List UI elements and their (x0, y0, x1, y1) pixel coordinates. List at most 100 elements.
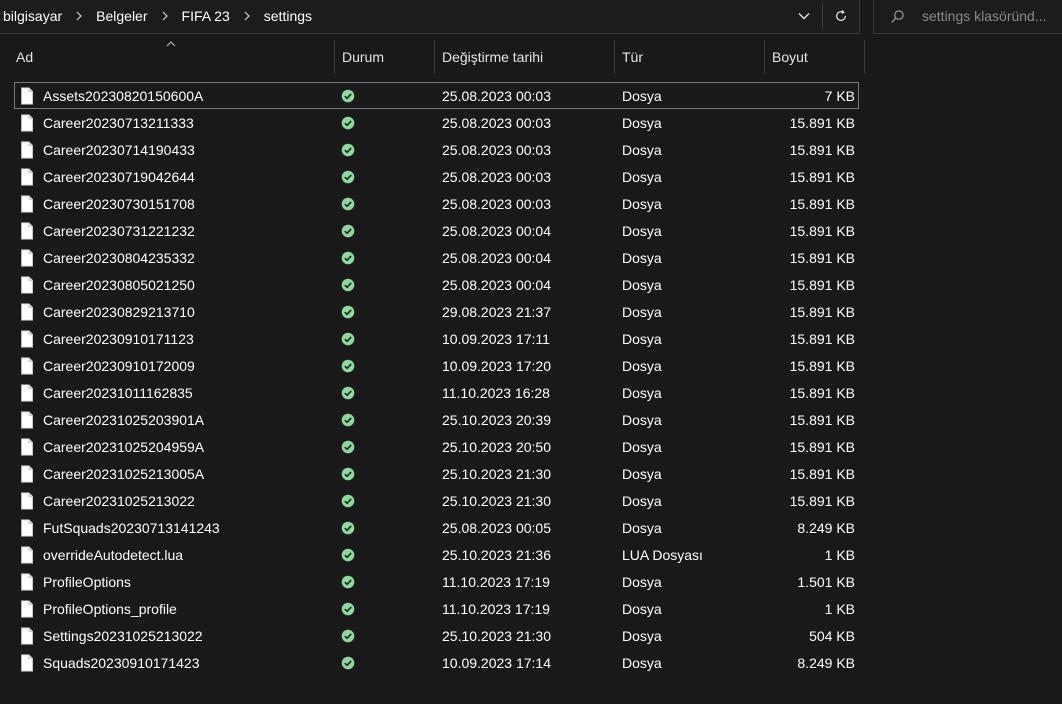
file-row[interactable]: Career20230731221232 25.08.2023 00:04 Do… (0, 217, 866, 244)
file-row[interactable]: overrideAutodetect.lua 25.10.2023 21:36 … (0, 541, 866, 568)
file-row[interactable]: Career20230714190433 25.08.2023 00:03 Do… (0, 136, 866, 163)
file-modified-date: 25.08.2023 00:03 (442, 195, 551, 212)
file-name: Career20230714190433 (43, 141, 195, 158)
file-type: Dosya (622, 303, 662, 320)
file-row[interactable]: Squads20230910171423 10.09.2023 17:14 Do… (0, 649, 866, 676)
column-header-type[interactable]: Tür (614, 40, 764, 74)
file-row[interactable]: Career20231011162835 11.10.2023 16:28 Do… (0, 379, 866, 406)
file-row[interactable]: Career20230910171123 10.09.2023 17:11 Do… (0, 325, 866, 352)
file-modified-date: 11.10.2023 17:19 (442, 600, 550, 617)
file-row[interactable]: FutSquads20230713141243 25.08.2023 00:05… (0, 514, 866, 541)
breadcrumb-separator-icon[interactable] (152, 0, 178, 33)
file-row[interactable]: ProfileOptions_profile 11.10.2023 17:19 … (0, 595, 866, 622)
file-row[interactable]: Career20231025213022 25.10.2023 21:30 Do… (0, 487, 866, 514)
file-name: Career20230731221232 (43, 222, 195, 239)
file-row[interactable]: Settings20231025213022 25.10.2023 21:30 … (0, 622, 866, 649)
file-row[interactable]: Career20230719042644 25.08.2023 00:03 Do… (0, 163, 866, 190)
file-modified-date: 25.08.2023 00:05 (442, 519, 551, 536)
synced-check-icon (341, 460, 357, 487)
chevron-down-icon (798, 13, 810, 20)
file-icon (20, 568, 36, 595)
file-icon (20, 163, 36, 190)
file-modified-date: 25.10.2023 21:30 (442, 465, 551, 482)
refresh-button[interactable] (823, 0, 859, 33)
file-name: Career20230910171123 (43, 330, 194, 347)
file-row[interactable]: Career20230910172009 10.09.2023 17:20 Do… (0, 352, 866, 379)
breadcrumb-item-fifa-23[interactable]: FIFA 23 (178, 8, 234, 24)
file-size: 15.891 KB (789, 465, 855, 482)
file-icon (20, 487, 36, 514)
file-row[interactable]: Career20230805021250 25.08.2023 00:04 Do… (0, 271, 866, 298)
column-header-size[interactable]: Boyut (764, 40, 864, 74)
breadcrumb-separator-icon[interactable] (234, 0, 260, 33)
file-size: 15.891 KB (789, 357, 855, 374)
file-type: Dosya (622, 330, 662, 347)
synced-check-icon (341, 352, 357, 379)
file-modified-date: 25.10.2023 21:30 (442, 492, 551, 509)
synced-check-icon (341, 622, 357, 649)
file-icon (20, 244, 36, 271)
file-row[interactable]: Career20231025204959A 25.10.2023 20:50 D… (0, 433, 866, 460)
file-row[interactable]: Assets20230820150600A 25.08.2023 00:03 D… (0, 82, 866, 109)
file-row[interactable]: Career20230730151708 25.08.2023 00:03 Do… (0, 190, 866, 217)
file-name: overrideAutodetect.lua (43, 546, 184, 563)
synced-check-icon (341, 514, 357, 541)
file-type: Dosya (622, 114, 662, 131)
file-size: 15.891 KB (789, 384, 855, 401)
synced-check-icon (341, 433, 357, 460)
file-name: Career20231025203901A (43, 411, 205, 428)
breadcrumb: bilgisayar Belgeler FIFA 23 settings (0, 0, 786, 33)
file-icon (20, 352, 36, 379)
file-size: 15.891 KB (789, 168, 855, 185)
file-icon (20, 271, 36, 298)
synced-check-icon (341, 109, 357, 136)
search-box[interactable] (873, 0, 1062, 34)
file-name: Career20230910172009 (43, 357, 195, 374)
file-type: Dosya (622, 600, 662, 617)
synced-check-icon (341, 244, 357, 271)
file-size: 15.891 KB (789, 492, 855, 509)
file-modified-date: 25.08.2023 00:03 (442, 168, 551, 185)
file-icon (20, 406, 36, 433)
file-size: 504 KB (809, 627, 855, 644)
synced-check-icon (341, 406, 357, 433)
column-resize-handle[interactable] (864, 40, 865, 74)
file-modified-date: 10.09.2023 17:14 (442, 654, 551, 671)
file-name: Settings20231025213022 (43, 627, 203, 644)
file-row[interactable]: Career20230829213710 29.08.2023 21:37 Do… (0, 298, 866, 325)
breadcrumb-item-bilgisayar[interactable]: bilgisayar (0, 8, 66, 24)
address-bar[interactable]: bilgisayar Belgeler FIFA 23 settings (0, 0, 860, 34)
synced-check-icon (341, 568, 357, 595)
column-header-modified[interactable]: Değiştirme tarihi (434, 40, 614, 74)
file-size: 15.891 KB (789, 195, 855, 212)
breadcrumb-item-settings[interactable]: settings (260, 8, 316, 24)
file-type: Dosya (622, 168, 662, 185)
file-modified-date: 25.10.2023 21:36 (442, 546, 551, 563)
file-row[interactable]: Career20231025203901A 25.10.2023 20:39 D… (0, 406, 866, 433)
file-icon (20, 595, 36, 622)
breadcrumb-item-belgeler[interactable]: Belgeler (92, 8, 151, 24)
file-row[interactable]: Career20230804235332 25.08.2023 00:04 Do… (0, 244, 866, 271)
file-size: 15.891 KB (789, 411, 855, 428)
file-modified-date: 25.08.2023 00:03 (442, 141, 551, 158)
file-row[interactable]: Career20231025213005A 25.10.2023 21:30 D… (0, 460, 866, 487)
file-modified-date: 11.10.2023 16:28 (442, 384, 550, 401)
column-header-status[interactable]: Durum (334, 40, 434, 74)
file-icon (20, 460, 36, 487)
file-row[interactable]: ProfileOptions 11.10.2023 17:19 Dosya 1.… (0, 568, 866, 595)
search-input[interactable] (922, 8, 1062, 24)
address-history-button[interactable] (786, 0, 822, 33)
synced-check-icon (341, 541, 357, 568)
file-explorer-window: bilgisayar Belgeler FIFA 23 settings set… (0, 0, 1062, 704)
file-type: Dosya (622, 411, 662, 428)
breadcrumb-separator-icon[interactable] (66, 0, 92, 33)
file-row[interactable]: Career20230713211333 25.08.2023 00:03 Do… (0, 109, 866, 136)
file-type: Dosya (622, 465, 662, 482)
file-size: 15.891 KB (789, 141, 855, 158)
column-header-name[interactable]: Ad (8, 40, 334, 74)
synced-check-icon (341, 82, 357, 109)
file-name: Career20230713211333 (43, 114, 194, 131)
synced-check-icon (341, 163, 357, 190)
file-type: Dosya (622, 654, 662, 671)
file-size: 8.249 KB (797, 654, 855, 671)
